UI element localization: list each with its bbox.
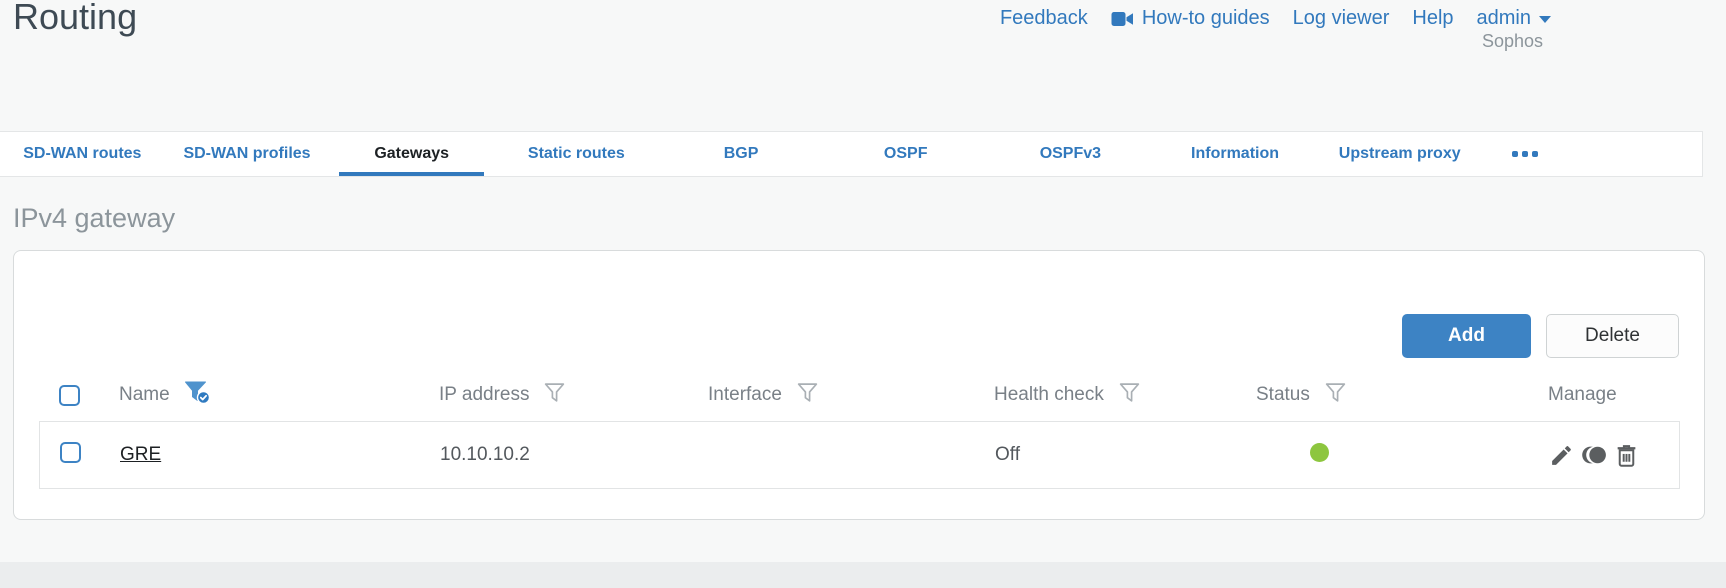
caret-down-icon [1539, 16, 1551, 23]
column-header-manage: Manage [1548, 384, 1617, 405]
howto-guides-link[interactable]: How-to guides [1111, 7, 1270, 30]
funnel-icon[interactable] [796, 381, 819, 410]
tab-ospfv3[interactable]: OSPFv3 [988, 132, 1153, 176]
cell-manage [1549, 443, 1679, 468]
column-header-status: Status [1256, 381, 1548, 410]
tab-static-routes[interactable]: Static routes [494, 132, 659, 176]
green-dot-icon [1310, 442, 1329, 462]
tab-ospf[interactable]: OSPF [823, 132, 988, 176]
add-button[interactable]: Add [1402, 314, 1531, 358]
edit-pencil-icon[interactable] [1549, 443, 1574, 468]
more-tabs-button[interactable] [1482, 132, 1702, 176]
column-header-health-check: Health check [994, 381, 1256, 410]
ellipsis-icon [1512, 151, 1519, 157]
row-checkbox[interactable] [60, 441, 81, 463]
column-header-name: Name [119, 380, 439, 410]
funnel-check-icon[interactable] [184, 380, 211, 410]
ipv4-gateway-card: Add Delete Name IP address Interface Hea… [13, 250, 1705, 520]
tab-information[interactable]: Information [1153, 132, 1318, 176]
deactivate-eclipse-icon[interactable] [1581, 443, 1607, 467]
help-link[interactable]: Help [1412, 7, 1453, 30]
column-header-ip-address: IP address [439, 381, 708, 410]
table-toolbar: Add Delete [1402, 314, 1679, 358]
column-header-interface: Interface [708, 381, 994, 410]
tab-sd-wan-profiles[interactable]: SD-WAN profiles [165, 132, 330, 176]
routing-page: Routing Feedback How-to guides Log viewe… [0, 0, 1726, 588]
table-header-row: Name IP address Interface Health check S… [39, 373, 1680, 417]
admin-menu-button[interactable]: admin [1477, 7, 1551, 30]
header-links: Feedback How-to guides Log viewer Help a… [1000, 7, 1551, 30]
lower-section-band [0, 562, 1726, 588]
feedback-link[interactable]: Feedback [1000, 7, 1088, 30]
delete-button[interactable]: Delete [1546, 314, 1679, 358]
video-camera-icon [1111, 11, 1134, 27]
select-all-checkbox[interactable] [59, 384, 80, 406]
cell-status [1257, 442, 1549, 468]
trash-icon[interactable] [1614, 443, 1639, 468]
funnel-icon[interactable] [1118, 381, 1141, 410]
cell-ip-address: 10.10.10.2 [440, 444, 530, 465]
cell-health-check: Off [995, 444, 1020, 465]
funnel-icon[interactable] [543, 381, 566, 410]
log-viewer-link[interactable]: Log viewer [1293, 7, 1390, 30]
brand-label: Sophos [1481, 31, 1543, 51]
table-row: GRE 10.10.10.2 Off [39, 421, 1680, 489]
gateway-name-link[interactable]: GRE [120, 444, 161, 465]
section-title: IPv4 gateway [13, 203, 176, 233]
tab-bgp[interactable]: BGP [659, 132, 824, 176]
tab-gateways[interactable]: Gateways [329, 132, 494, 176]
funnel-icon[interactable] [1324, 381, 1347, 410]
tab-sd-wan-routes[interactable]: SD-WAN routes [0, 132, 165, 176]
tab-upstream-proxy[interactable]: Upstream proxy [1317, 132, 1482, 176]
routing-tabbar: SD-WAN routes SD-WAN profiles Gateways S… [0, 131, 1703, 177]
page-title: Routing [13, 0, 138, 37]
